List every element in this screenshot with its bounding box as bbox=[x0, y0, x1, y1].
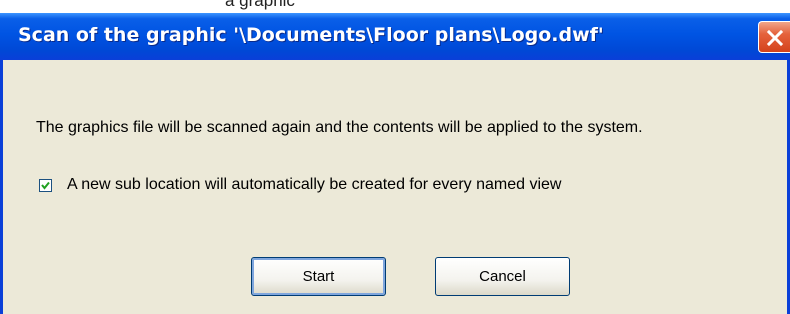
dialog-body: The graphics file will be scanned again … bbox=[3, 60, 787, 314]
dialog-window: Scan of the graphic '\Documents\Floor pl… bbox=[0, 13, 790, 314]
checkmark-icon bbox=[41, 181, 50, 190]
cancel-button[interactable]: Cancel bbox=[435, 257, 570, 296]
subloc-checkbox-label[interactable]: A new sub location will automatically be… bbox=[67, 176, 561, 194]
dialog-message: The graphics file will be scanned again … bbox=[36, 119, 643, 136]
window-title: Scan of the graphic '\Documents\Floor pl… bbox=[18, 24, 604, 46]
close-icon bbox=[766, 29, 784, 47]
subloc-checkbox[interactable] bbox=[39, 178, 52, 192]
title-bar[interactable]: Scan of the graphic '\Documents\Floor pl… bbox=[0, 13, 790, 60]
subloc-checkbox-row[interactable]: A new sub location will automatically be… bbox=[39, 176, 561, 194]
clipped-caption: a graphic bbox=[225, 0, 295, 10]
close-button[interactable] bbox=[758, 21, 790, 53]
start-button[interactable]: Start bbox=[251, 257, 386, 296]
